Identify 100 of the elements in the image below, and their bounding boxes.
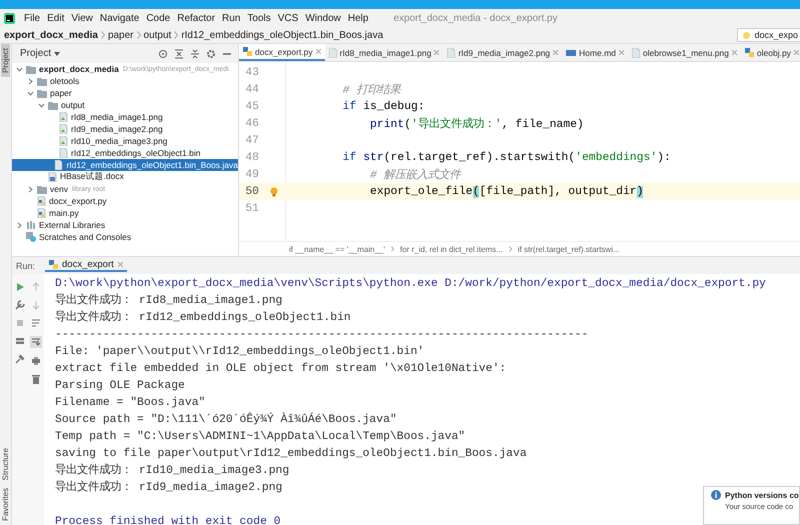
document-icon [48,172,57,182]
tool-window-button[interactable]: Favorites [1,484,10,525]
console-line: extract file embedded in OLE object from stream '\x01Ole10Native': [55,362,506,377]
chevron-icon [136,31,141,39]
console-line: Filename = "Boos.java" [55,396,206,411]
line-number: 49 [244,168,259,180]
code-text: export_ole_file([file_path], output_dir) [369,186,644,198]
library-icon [26,220,36,230]
app-logo-icon [4,12,15,24]
lightbulb-icon[interactable] [270,186,278,196]
run-icon[interactable] [15,282,25,292]
image-file-icon [632,48,640,58]
console-line: 导出文件成功： rId8_media_image1.png [55,293,282,309]
folder-icon [37,184,47,194]
editor-tab[interactable]: docx_export.py [239,44,325,61]
breadcrumb-item[interactable]: if str(rel.target_ref).startswi... [518,244,620,254]
menu-item[interactable]: Tools [247,12,271,24]
settings-icon[interactable] [206,48,216,58]
trash-icon[interactable] [31,374,41,384]
tree-item[interactable]: oletools [12,75,238,87]
console-line: 导出文件成功： rId10_media_image3.png [55,463,290,479]
chevron-icon[interactable] [27,186,34,192]
line-number: 47 [244,134,259,146]
locate-icon[interactable] [158,48,168,58]
console-line: ------------------------------------------------------------------------------ [55,328,588,343]
scroll-to-end-icon[interactable] [30,336,42,348]
tree-item[interactable]: rId10_media_image3.png [12,135,238,147]
breadcrumb-item[interactable]: if __name__ == '__main__' [289,244,386,254]
image-file-icon [328,48,337,58]
editor-tab[interactable]: rId8_media_image1.png [324,44,444,61]
project-view-selector[interactable]: Project [20,48,60,59]
tree-item[interactable]: output [12,99,238,111]
chevron-icon [100,31,105,39]
run-config-selector[interactable]: docx_expo [737,28,800,42]
soft-wrap-icon[interactable] [31,318,41,328]
console-line: saving to file paper\output\rId12_embeddings_oleObject1.bin_Boos.java [55,446,527,462]
tree-item[interactable]: rId9_media_image2.png [12,123,238,135]
code-text: # 打印结果 [342,82,400,97]
menu-item[interactable]: Navigate [100,12,140,24]
line-number: 46 [244,118,259,130]
editor-tab[interactable]: Home.md [562,44,628,61]
chevron-icon [174,31,178,39]
scratch-icon [26,232,36,242]
image-file-icon [447,48,456,58]
menu-item[interactable]: Refactor [177,12,216,24]
wrench-icon[interactable] [15,300,25,310]
menu-item[interactable]: Edit [47,12,64,24]
console-line: Source path = "D:\111\´ó20´óÊý¾Ý Àî¾ûÁé\Boos.java" [55,412,397,428]
tree-item[interactable]: rId8_media_image1.png [12,111,238,123]
editor-tab[interactable]: oleobj.py [740,44,800,61]
image-file-icon [59,124,68,134]
menu-item[interactable]: File [24,12,40,24]
line-number: 44 [244,84,259,96]
markdown-file-icon [566,48,576,57]
tree-item[interactable]: Scratches and Consoles [12,231,238,243]
notification-title: Python versions co [725,490,799,500]
console-line: Temp path = "C:\Users\ADMINI~1\AppData\Local\Temp\Boos.java" [55,430,466,445]
chevron-icon[interactable] [16,222,23,228]
code-text: print('导出文件成功：', file_name) [369,116,584,131]
line-number: 48 [244,152,259,164]
breadcrumb-item[interactable]: for r_id, rel in dict_rel.items... [400,244,503,254]
line-number: 50 [244,186,259,198]
menu-item[interactable]: Run [222,12,240,24]
console-line: D:\work\python\export_docx_media\venv\Scripts\python.exe D:/work/python/export_docx_media/docx_export.py [55,276,766,292]
layout-icon[interactable] [15,336,25,346]
menu-item[interactable]: Help [348,12,368,24]
menu-item[interactable]: VCS [278,12,298,24]
breadcrumb-item[interactable]: export_docx_media [4,30,98,40]
editor-tab[interactable]: olebrowse1_menu.png [628,44,741,61]
breadcrumb-item[interactable]: paper [108,30,134,40]
tree-item[interactable]: docx_export.py [12,195,238,207]
run-label: Run: [16,260,36,270]
breadcrumb-item[interactable]: output [144,30,172,40]
window-title: export_docx_media - docx_export.py [393,12,558,24]
collapse-icon[interactable] [174,48,184,58]
tree-item[interactable]: paper [12,87,238,99]
line-number: 51 [244,202,259,214]
tree-item[interactable]: rId12_embeddings_oleObject1.bin [12,147,238,159]
editor-tab[interactable]: rId9_media_image2.png [443,44,562,61]
chevron-icon [391,246,394,252]
tree-item[interactable]: rId12_embeddings_oleObject1.bin_Boos.java [12,159,238,171]
menu-item[interactable]: View [71,12,93,24]
tool-window-button[interactable]: Structure [1,444,10,484]
tool-window-button[interactable]: Project [1,44,10,77]
console-line: Process finished with exit code 0 [55,514,281,525]
tree-item[interactable]: main.py [12,207,238,219]
image-file-icon [59,136,68,146]
run-tab[interactable]: docx_export [45,259,127,272]
breadcrumb-item[interactable]: rId12_embeddings_oleObject1.bin_Boos.java [181,30,384,40]
image-file-icon [59,112,68,122]
expand-icon[interactable] [190,48,200,58]
code-text: if is_debug: [342,100,425,112]
menu-item[interactable]: Code [146,12,170,24]
console-line: Parsing OLE Package [55,378,185,394]
menu-item[interactable]: Window [305,12,341,24]
close-icon[interactable] [316,49,321,54]
caret-icon [54,52,60,56]
print-icon[interactable] [31,356,41,366]
tree-item[interactable]: HBase试题.docx [12,171,238,183]
tree-item[interactable]: External Libraries [12,219,238,231]
